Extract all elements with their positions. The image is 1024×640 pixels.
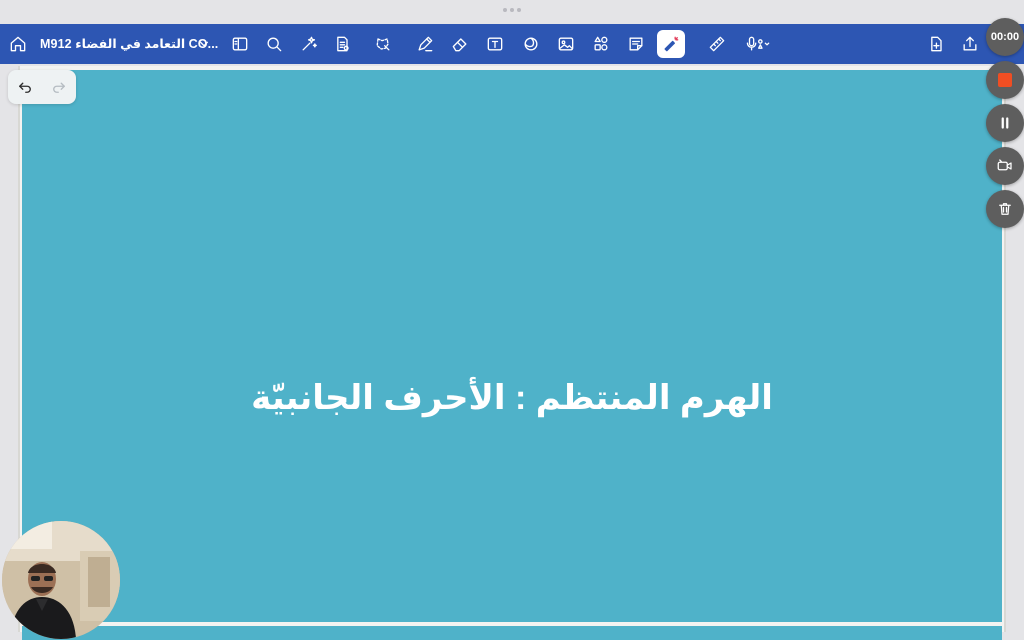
drag-dot xyxy=(503,8,507,12)
laser-pointer-icon xyxy=(664,36,679,52)
shape-icon xyxy=(524,37,538,51)
elements-tool-button[interactable] xyxy=(587,30,615,58)
camera-toggle-button[interactable] xyxy=(986,147,1024,185)
undo-icon xyxy=(19,82,31,93)
image-tool-button[interactable] xyxy=(552,30,580,58)
presenter-video-frame xyxy=(2,521,120,639)
chevron-down-icon xyxy=(200,41,208,47)
delete-recording-button[interactable] xyxy=(986,190,1024,228)
add-page-button[interactable] xyxy=(922,30,950,58)
search-icon xyxy=(267,37,282,52)
share-icon xyxy=(963,36,977,51)
stop-recording-button[interactable] xyxy=(986,61,1024,99)
elements-icon xyxy=(594,36,608,51)
sticky-note-icon xyxy=(629,37,643,51)
pen-icon xyxy=(418,36,433,52)
timer-text: 00:00 xyxy=(990,31,1020,43)
document-icon xyxy=(337,36,349,52)
home-icon xyxy=(10,36,26,52)
drag-dot xyxy=(510,8,514,12)
lasso-tool-button[interactable] xyxy=(369,30,397,58)
webcam-preview[interactable] xyxy=(2,521,120,639)
trash-icon xyxy=(999,203,1011,215)
window-drag-handle[interactable] xyxy=(503,8,521,12)
audio-recording-button[interactable] xyxy=(737,30,777,58)
document-menu-button[interactable] xyxy=(190,30,218,58)
lasso-icon xyxy=(376,38,390,51)
pause-icon xyxy=(1001,117,1009,129)
home-button[interactable] xyxy=(4,30,32,58)
microphone-icon xyxy=(746,36,770,51)
undo-button[interactable] xyxy=(14,76,36,98)
text-box-tool-button[interactable] xyxy=(481,30,509,58)
recording-timer[interactable]: 00:00 xyxy=(986,18,1024,56)
undo-redo-panel xyxy=(8,70,76,104)
redo-icon xyxy=(53,82,65,93)
ruler-icon xyxy=(709,36,725,52)
slide-page[interactable]: الهرم المنتظم : الأحرف الجانبيّة xyxy=(22,70,1002,622)
sidebar-icon xyxy=(232,37,248,51)
next-slide-edge xyxy=(22,626,1002,640)
stop-icon xyxy=(998,73,1012,87)
image-icon xyxy=(558,37,574,51)
document-tool-button[interactable] xyxy=(328,30,356,58)
slide-title: الهرم المنتظم : الأحرف الجانبيّة xyxy=(251,379,773,417)
top-toolbar: ‏M912 التعامد في الفضاء CO... xyxy=(0,24,1024,64)
eraser-tool-button[interactable] xyxy=(446,30,474,58)
pause-recording-button[interactable] xyxy=(986,104,1024,142)
sparkle-icon xyxy=(302,36,317,51)
ai-assist-button[interactable] xyxy=(295,30,323,58)
sticky-note-tool-button[interactable] xyxy=(622,30,650,58)
laser-pointer-tool-button[interactable] xyxy=(657,30,685,58)
shape-tool-button[interactable] xyxy=(517,30,545,58)
video-camera-icon xyxy=(997,159,1012,171)
search-button[interactable] xyxy=(260,30,288,58)
text-box-icon xyxy=(487,37,503,51)
sidebar-toggle-button[interactable] xyxy=(226,30,254,58)
eraser-icon xyxy=(452,38,467,52)
drag-dot xyxy=(517,8,521,12)
redo-button[interactable] xyxy=(48,76,70,98)
add-page-icon xyxy=(931,36,942,52)
ruler-tool-button[interactable] xyxy=(703,30,731,58)
pen-tool-button[interactable] xyxy=(411,30,439,58)
share-button[interactable] xyxy=(956,30,984,58)
